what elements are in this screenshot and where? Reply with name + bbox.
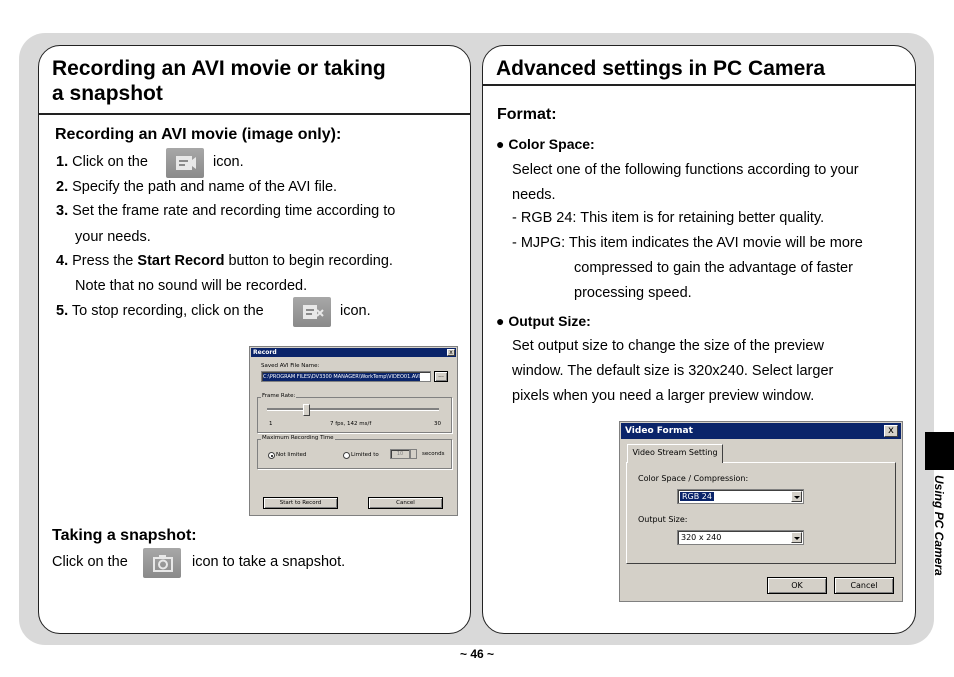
- color-space-value: RGB 24: [680, 492, 714, 501]
- chapter-tab: [925, 432, 954, 470]
- step-2: 2. Specify the path and name of the AVI …: [56, 178, 337, 196]
- frame-min: 1: [269, 421, 273, 427]
- close-icon[interactable]: x: [447, 349, 455, 356]
- frame-rate-slider-thumb[interactable]: [303, 404, 310, 416]
- saved-file-input[interactable]: C:\PROGRAM FILES\DV3300 MANAGER\WorkTemp…: [261, 371, 431, 382]
- video-format-dialog: Video Format x Video Stream Setting Colo…: [619, 421, 903, 602]
- saved-file-label: Saved AVI File Name:: [261, 363, 320, 369]
- max-time-label: Maximum Recording Time: [261, 435, 335, 441]
- color-space-heading: ● Color Space:: [496, 136, 595, 152]
- snapshot-text: Click on the: [52, 554, 128, 570]
- step-text: Click on the: [72, 154, 148, 170]
- color-line-3: - RGB 24: This item is for retaining bet…: [512, 210, 825, 226]
- seconds-label: seconds: [422, 451, 445, 457]
- step-1-suffix: icon.: [213, 154, 244, 170]
- step-text: To stop recording, click on the: [71, 303, 264, 319]
- page-number: ~ 46 ~: [459, 647, 495, 661]
- color-space-label: Color Space:: [508, 136, 595, 152]
- output-size-heading: ● Output Size:: [496, 313, 591, 329]
- step-text: Set the frame rate and recording time ac…: [72, 203, 396, 219]
- color-line-2: needs.: [512, 187, 556, 203]
- saved-file-value: C:\PROGRAM FILES\DV3300 MANAGER\WorkTemp…: [263, 373, 420, 381]
- chevron-down-icon[interactable]: [791, 532, 802, 543]
- format-heading: Format:: [497, 106, 557, 123]
- step-3-continued: your needs.: [75, 229, 151, 245]
- cancel-button[interactable]: Cancel: [834, 577, 894, 594]
- chevron-down-icon[interactable]: [791, 491, 802, 502]
- color-line-4: - MJPG: This item indicates the AVI movi…: [512, 235, 863, 251]
- step-number: 5.: [56, 303, 69, 319]
- frame-max: 30: [434, 421, 441, 427]
- snapshot-icon-button[interactable]: [143, 548, 181, 578]
- step-5-suffix: icon.: [340, 303, 371, 319]
- step-text-tail: button to begin recording.: [228, 253, 393, 269]
- not-limited-label: Not limited: [276, 452, 307, 458]
- start-record-term: Start Record: [137, 253, 225, 269]
- step-4-continued: Note that no sound will be recorded.: [75, 278, 308, 294]
- step-text: Specify the path and name of the AVI fil…: [72, 179, 338, 195]
- dialog-title: Record: [253, 349, 277, 356]
- right-title-divider: [483, 84, 915, 86]
- section-heading-snapshot: Taking a snapshot:: [52, 527, 197, 544]
- chapter-label: Using PC Camera: [932, 475, 946, 576]
- left-panel-title-line2: a snapshot: [52, 82, 163, 105]
- output-size-value: 320 x 240: [681, 533, 722, 542]
- start-to-record-button[interactable]: Start to Record: [263, 497, 338, 509]
- step-1: 1. Click on the: [56, 153, 148, 171]
- close-icon[interactable]: x: [884, 425, 898, 437]
- bullet-icon: ●: [496, 136, 505, 152]
- step-5: 5. To stop recording, click on the: [56, 302, 264, 320]
- limited-radio[interactable]: [343, 452, 350, 459]
- step-4: 4. Press the Start Record button to begi…: [56, 252, 393, 270]
- color-line-1: Select one of the following functions ac…: [512, 162, 859, 178]
- dialog-titlebar: Video Format: [621, 423, 901, 439]
- limited-label: Limited to: [351, 452, 379, 458]
- ok-button[interactable]: OK: [767, 577, 827, 594]
- output-size-field-label: Output Size:: [638, 515, 688, 524]
- camera-icon: [153, 555, 173, 572]
- step-text: Press the: [72, 253, 134, 269]
- output-size-select[interactable]: 320 x 240: [677, 530, 804, 545]
- output-line-3: pixels when you need a larger preview wi…: [512, 388, 815, 404]
- cancel-button[interactable]: Cancel: [368, 497, 443, 509]
- dialog-title: Video Format: [625, 426, 693, 436]
- not-limited-radio[interactable]: [268, 452, 275, 459]
- left-title-divider: [39, 113, 470, 115]
- dialog-titlebar: Record: [251, 348, 456, 357]
- step-3: 3. Set the frame rate and recording time…: [56, 202, 395, 220]
- limit-input[interactable]: 10: [390, 449, 410, 459]
- bullet-icon: ●: [496, 313, 505, 329]
- output-line-2: window. The default size is 320x240. Sel…: [512, 363, 834, 379]
- record-icon-button[interactable]: [166, 148, 204, 178]
- section-heading-avi: Recording an AVI movie (image only):: [55, 126, 342, 143]
- right-panel-title: Advanced settings in PC Camera: [496, 57, 826, 80]
- step-number: 4.: [56, 253, 69, 269]
- step-number: 3.: [56, 203, 69, 219]
- snapshot-text-suffix: icon to take a snapshot.: [192, 554, 346, 570]
- color-space-field-label: Color Space / Compression:: [638, 474, 749, 483]
- record-dialog: Record x Saved AVI File Name: C:\PROGRAM…: [249, 346, 458, 516]
- output-size-label: Output Size:: [508, 313, 591, 329]
- frame-rate-group: [257, 397, 452, 433]
- stop-record-icon-button[interactable]: [293, 297, 331, 327]
- color-space-select[interactable]: RGB 24: [677, 489, 804, 504]
- mjpg-cont-2: processing speed.: [574, 285, 692, 301]
- browse-button[interactable]: ...: [434, 371, 448, 382]
- frame-value: 7 fps, 142 ms/f: [330, 421, 372, 427]
- step-number: 1.: [56, 154, 69, 170]
- frame-rate-track: [267, 408, 439, 411]
- mjpg-cont-1: compressed to gain the advantage of fast…: [574, 260, 853, 276]
- limit-spinner[interactable]: [410, 449, 417, 459]
- left-panel-title-line1: Recording an AVI movie or taking: [52, 57, 386, 80]
- frame-rate-label: Frame Rate:: [261, 393, 297, 399]
- video-camera-icon: [176, 156, 196, 170]
- output-line-1: Set output size to change the size of th…: [512, 338, 824, 354]
- step-number: 2.: [56, 179, 69, 195]
- tab-video-stream-setting[interactable]: Video Stream Setting: [627, 444, 723, 463]
- tab-label: Video Stream Setting: [632, 448, 718, 457]
- video-camera-stop-icon: [303, 305, 324, 319]
